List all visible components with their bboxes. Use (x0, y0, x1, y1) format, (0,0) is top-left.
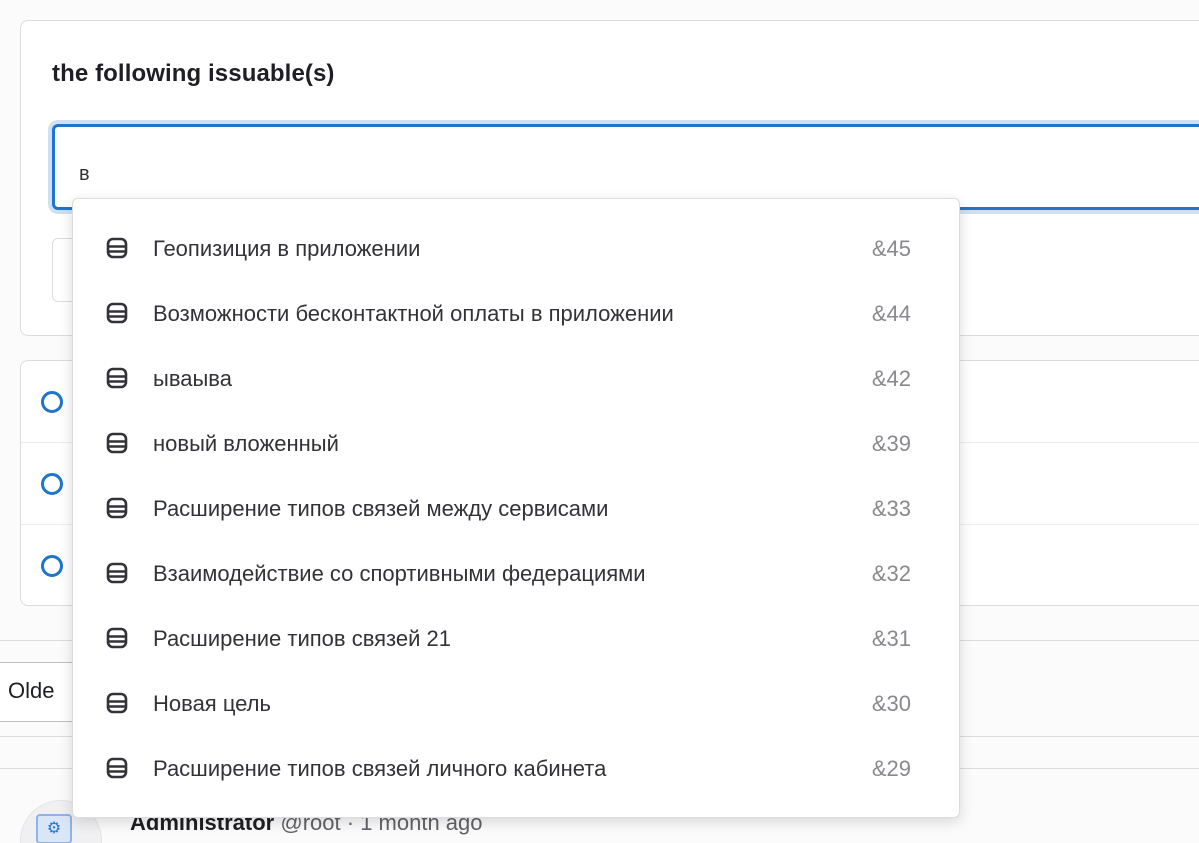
autocomplete-dropdown: Геопизиция в приложении &45 Возможности … (72, 198, 960, 818)
dropdown-item[interactable]: ываыва &42 (73, 346, 959, 410)
dropdown-item[interactable]: Расширение типов связей между сервисами … (73, 476, 959, 540)
dropdown-item-title: Взаимодействие со спортивными федерациям… (153, 561, 646, 586)
dropdown-item[interactable]: новый вложенный &39 (73, 411, 959, 475)
dropdown-item-ref: &32 (871, 561, 911, 586)
dropdown-item-title: Новая цель (153, 691, 271, 716)
dropdown-item-ref: &31 (871, 626, 911, 651)
dropdown-item-title: новый вложенный (153, 431, 339, 456)
epic-icon (106, 302, 128, 324)
epic-icon (106, 237, 128, 259)
dropdown-item[interactable]: Взаимодействие со спортивными федерациям… (73, 541, 959, 605)
dropdown-item-ref: &39 (871, 431, 911, 456)
open-status-icon (41, 473, 63, 495)
dropdown-item[interactable]: Новая цель &30 (73, 671, 959, 735)
epic-icon (106, 692, 128, 714)
dropdown-item-title: ываыва (153, 366, 232, 391)
epic-icon (106, 627, 128, 649)
epic-icon (106, 497, 128, 519)
dropdown-item-ref: &33 (871, 496, 911, 521)
epic-icon (106, 367, 128, 389)
dropdown-item-title: Геопизиция в приложении (153, 236, 421, 261)
dropdown-item-title: Расширение типов связей личного кабинета (153, 756, 607, 781)
dropdown-item-title: Возможности бесконтактной оплаты в прило… (153, 301, 674, 326)
dropdown-item-ref: &42 (871, 366, 911, 391)
open-status-icon (41, 391, 63, 413)
epic-icon (106, 432, 128, 454)
page: the following issuable(s) в Olde ⚙ Admin… (0, 0, 1199, 843)
search-input-value: в (79, 163, 90, 185)
dropdown-item[interactable] (73, 801, 959, 817)
dropdown-item[interactable]: Расширение типов связей личного кабинета… (73, 736, 959, 800)
gear-icon: ⚙ (36, 814, 72, 843)
dropdown-item[interactable]: Геопизиция в приложении &45 (73, 216, 959, 280)
dropdown-item-title: Расширение типов связей 21 (153, 626, 451, 651)
dropdown-item-ref: &45 (871, 236, 911, 261)
dropdown-item[interactable]: Расширение типов связей 21 &31 (73, 606, 959, 670)
dropdown-item[interactable]: Возможности бесконтактной оплаты в прило… (73, 281, 959, 345)
epic-icon (106, 562, 128, 584)
dropdown-item-ref: &44 (871, 301, 911, 326)
open-status-icon (41, 555, 63, 577)
dropdown-item-title: Расширение типов связей между сервисами (153, 496, 609, 521)
epic-icon (106, 757, 128, 779)
sort-dropdown-label: Olde (8, 678, 55, 703)
panel-heading: the following issuable(s) (52, 60, 335, 87)
dropdown-item-ref: &29 (871, 756, 911, 781)
dropdown-item-ref: &30 (871, 691, 911, 716)
